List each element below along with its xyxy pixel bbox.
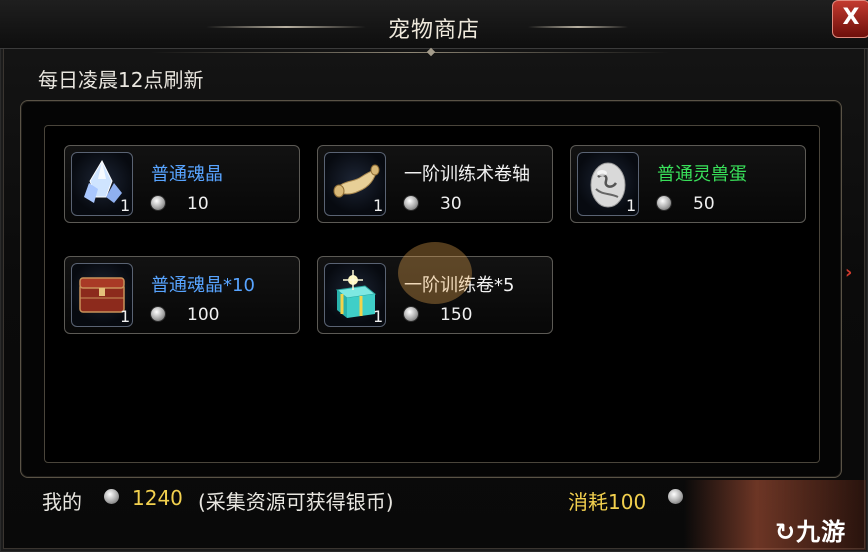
- watermark-logo: ↻九游: [775, 518, 847, 546]
- silver-coin-icon: [657, 196, 671, 210]
- item-name: 一阶训练术卷轴: [404, 164, 530, 185]
- silver-coin-icon: [151, 196, 165, 210]
- refresh-notice: 每日凌晨12点刷新: [38, 68, 204, 92]
- title-divider: [150, 52, 670, 53]
- item-price: 150: [440, 305, 473, 325]
- window-title: 宠物商店: [387, 18, 480, 43]
- title-bar: 宠物商店: [0, 0, 868, 49]
- watermark-mascot: [398, 242, 472, 304]
- shop-item-spirit-egg[interactable]: 1 普通灵兽蛋 50: [570, 145, 806, 223]
- close-button[interactable]: X: [832, 0, 868, 38]
- my-balance-amount: 1240: [132, 486, 183, 510]
- item-name: 普通魂晶*10: [151, 275, 255, 296]
- item-quantity: 1: [373, 307, 384, 326]
- shop-item-training-scroll[interactable]: 1 一阶训练术卷轴 30: [317, 145, 553, 223]
- chevron-right-icon[interactable]: ›: [845, 262, 852, 283]
- item-quantity: 1: [120, 307, 131, 326]
- silver-coin-icon: [668, 489, 683, 504]
- item-price: 100: [187, 305, 220, 325]
- item-price: 50: [693, 194, 715, 214]
- item-name: 普通魂晶: [151, 164, 223, 185]
- balance-hint: (采集资源可获得银币): [198, 490, 394, 514]
- shop-item-soul-crystal[interactable]: 1 普通魂晶 10: [64, 145, 300, 223]
- silver-coin-icon: [151, 307, 165, 321]
- silver-coin-icon: [404, 307, 418, 321]
- silver-coin-icon: [104, 489, 119, 504]
- item-quantity: 1: [626, 196, 637, 215]
- item-name: 普通灵兽蛋: [657, 164, 747, 185]
- silver-coin-icon: [404, 196, 418, 210]
- item-quantity: 1: [373, 196, 384, 215]
- shop-item-soul-crystal-x10[interactable]: 1 普通魂晶*10 100: [64, 256, 300, 334]
- cost-label: 消耗100: [568, 490, 647, 514]
- item-price: 30: [440, 194, 462, 214]
- item-quantity: 1: [120, 196, 131, 215]
- my-balance-label: 我的: [42, 490, 82, 514]
- item-price: 10: [187, 194, 209, 214]
